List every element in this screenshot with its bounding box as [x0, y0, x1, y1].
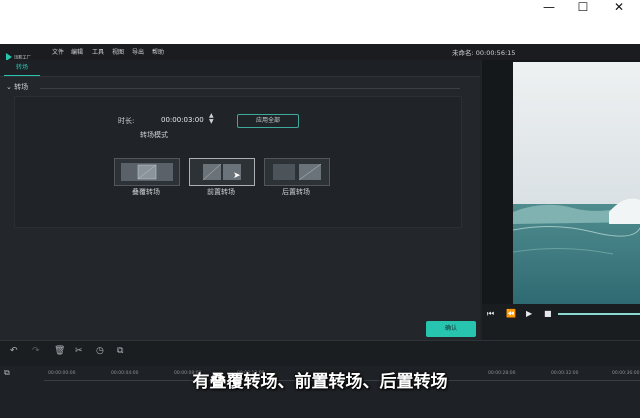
- project-title: 未命名: 00:00:56:15: [452, 49, 516, 57]
- playback-scrubber[interactable]: [558, 313, 640, 315]
- tab-transition[interactable]: 转场: [4, 61, 40, 76]
- section-header[interactable]: ⌄ 转场: [6, 82, 28, 92]
- undo-icon[interactable]: ↶: [10, 346, 18, 356]
- overlay-icon: [121, 163, 173, 181]
- section-title: 转场: [14, 83, 29, 91]
- mode-overlay-label: 叠覆转场: [132, 188, 160, 196]
- back-icon: [273, 163, 322, 181]
- mode-overlay-thumb[interactable]: [114, 158, 180, 186]
- menu-tools[interactable]: 工具: [92, 47, 104, 56]
- menu-export[interactable]: 导出: [132, 47, 144, 56]
- play-icon[interactable]: ▶: [526, 309, 532, 318]
- confirm-button[interactable]: 确认: [426, 321, 476, 337]
- duration-input[interactable]: 00:00:03:00: [161, 116, 204, 124]
- mode-back-label: 后置转场: [282, 188, 310, 196]
- stop-icon[interactable]: ■: [544, 309, 552, 318]
- front-icon: [202, 163, 241, 181]
- menu-file[interactable]: 文件: [52, 47, 64, 56]
- menu-help[interactable]: 帮助: [152, 47, 164, 56]
- detach-icon[interactable]: ⧉: [117, 346, 123, 356]
- menu-view[interactable]: 视图: [112, 47, 124, 56]
- preview-video-frame: [512, 62, 640, 304]
- duration-stepper[interactable]: ▲ ▼: [209, 113, 214, 125]
- app-logo: 迅影工厂: [6, 47, 32, 61]
- mode-front-thumb[interactable]: [189, 158, 255, 186]
- apply-all-button[interactable]: 应用全部: [237, 114, 299, 128]
- step-back-icon[interactable]: ⏪: [506, 309, 516, 318]
- panel-tab-bar: [0, 60, 480, 77]
- prev-frame-icon[interactable]: ⏮: [487, 309, 494, 319]
- menu-edit[interactable]: 编辑: [71, 47, 83, 56]
- mouse-cursor-icon: ➤: [233, 171, 241, 181]
- chevron-down-icon: ⌄: [6, 83, 12, 91]
- duration-label: 时长:: [118, 117, 135, 125]
- mode-front-label: 前置转场: [207, 188, 235, 196]
- mode-label: 转场模式: [140, 131, 168, 139]
- close-button[interactable]: ✕: [596, 0, 640, 16]
- redo-icon[interactable]: ↷: [32, 346, 40, 356]
- cut-icon[interactable]: ✂: [75, 346, 83, 356]
- mode-back-thumb[interactable]: [264, 158, 330, 186]
- speed-icon[interactable]: ◷: [96, 346, 104, 356]
- section-divider: [40, 88, 460, 89]
- delete-icon[interactable]: 🗑: [54, 346, 65, 356]
- subtitle-caption: 有叠覆转场、前置转场、后置转场: [192, 372, 448, 392]
